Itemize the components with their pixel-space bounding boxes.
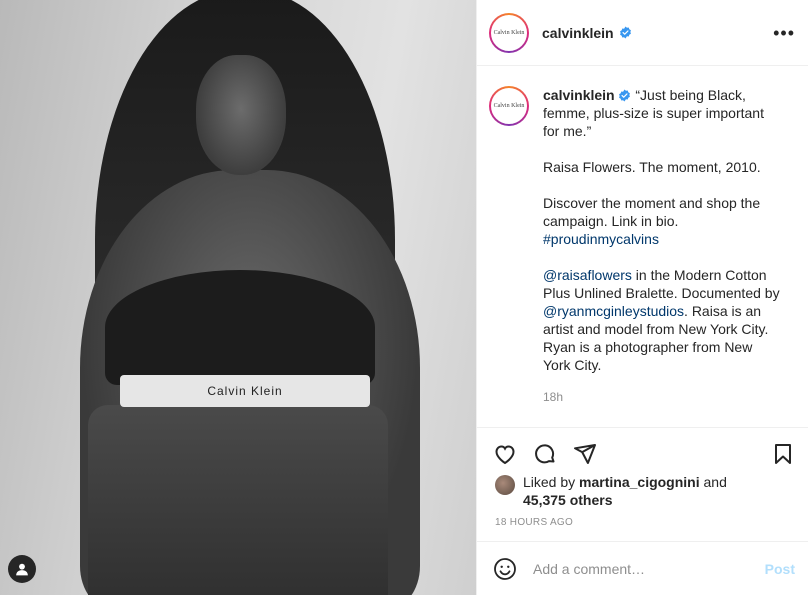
post-comment-button[interactable]: Post [765,561,795,577]
waistband-logo: Calvin Klein [120,375,370,407]
comment-icon[interactable] [533,442,557,466]
more-icon[interactable]: ••• [773,23,795,44]
post-side-panel: Calvin Klein calvinklein ••• Calvin Klei… [476,0,808,595]
photo-jeans [88,405,388,595]
bookmark-icon[interactable] [771,442,795,466]
user-tag-icon [16,563,28,576]
caption-line-2: Raisa Flowers. The moment, 2010. [543,159,761,175]
liker-username[interactable]: martina_cigognini [579,474,700,490]
header-username[interactable]: calvinklein [542,25,614,41]
avatar-logo-text: Calvin Klein [493,103,525,109]
photo-bralette [105,270,375,385]
verified-icon [619,89,631,102]
post-header: Calvin Klein calvinklein ••• [477,0,808,66]
avatar-logo-text: Calvin Klein [493,29,525,36]
avatar[interactable]: Calvin Klein [489,12,529,53]
user-tag-button[interactable] [8,555,36,583]
caption-line-3: Discover the moment and shop the campaig… [543,195,761,229]
emoji-icon[interactable] [493,557,517,581]
verified-icon [619,26,631,39]
caption: Calvin Klein calvinklein “Just being Bla… [489,86,799,406]
likes-count[interactable]: 45,375 others [523,492,613,508]
comment-input[interactable] [533,560,753,577]
mention-raisaflowers[interactable]: @raisaflowers [543,267,632,283]
likes-and: and [699,474,727,490]
caption-text: calvinklein “Just being Black, femme, pl… [543,86,783,406]
comment-bar: Post [477,541,808,595]
heart-icon[interactable] [493,442,517,466]
photo-face [196,55,286,175]
caption-username[interactable]: calvinklein [543,87,615,103]
share-icon[interactable] [573,442,597,466]
caption-avatar[interactable]: Calvin Klein [489,86,529,126]
post-time-ago[interactable]: 18 HOURS AGO [495,517,573,528]
mention-ryanmcginleystudios[interactable]: @ryanmcginleystudios [543,303,684,319]
hashtag-link[interactable]: #proudinmycalvins [543,231,659,247]
likes-prefix: Liked by [523,474,580,490]
caption-timestamp[interactable]: 18h [543,388,783,406]
likes-summary: Liked by martina_cigognini and 45,375 ot… [495,473,727,509]
post-photo[interactable]: Calvin Klein [0,0,476,595]
liker-avatar[interactable] [495,475,515,495]
